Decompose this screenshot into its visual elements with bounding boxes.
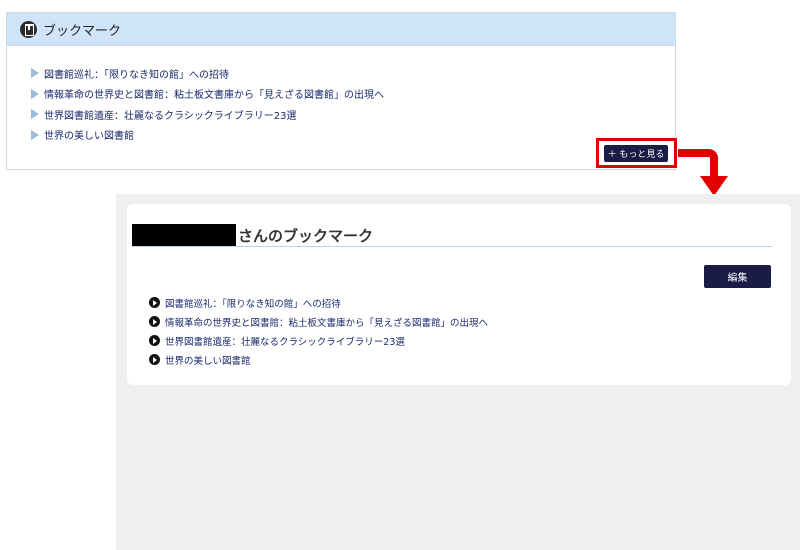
circle-arrow-icon xyxy=(149,335,160,346)
bookmark-widget-header: ブックマーク xyxy=(7,13,675,46)
bookmark-widget-title: ブックマーク xyxy=(43,23,122,39)
redacted-username xyxy=(132,224,236,246)
red-arrow-icon xyxy=(678,149,728,196)
bookmark-link[interactable]: 世界図書館遺産：壮麗なるクラシックライブラリー23選 xyxy=(44,107,297,122)
triangle-arrow-icon xyxy=(31,68,39,79)
more-button[interactable]: ＋ もっと見る xyxy=(604,145,668,162)
list-item: 図書館巡礼：「限りなき知の館」への招待 xyxy=(149,293,488,312)
bookmark-link[interactable]: 図書館巡礼：「限りなき知の館」への招待 xyxy=(44,66,229,81)
page-title-row: さんのブックマーク xyxy=(132,222,772,247)
list-item: 情報革命の世界史と図書館：粘土板文書庫から「見えざる図書館」の出現へ xyxy=(149,312,488,331)
circle-arrow-icon xyxy=(149,354,160,365)
triangle-arrow-icon xyxy=(31,109,39,120)
list-item: 世界の美しい図書館 xyxy=(27,125,384,146)
bookmark-link[interactable]: 図書館巡礼：「限りなき知の館」への招待 xyxy=(165,296,341,310)
bookmark-widget-list: 図書館巡礼：「限りなき知の館」への招待 情報革命の世界史と図書館：粘土板文書庫か… xyxy=(27,63,384,145)
circle-arrow-icon xyxy=(149,316,160,327)
bookmark-link[interactable]: 世界図書館遺産：壮麗なるクラシックライブラリー23選 xyxy=(165,334,405,348)
list-item: 情報革命の世界史と図書館：粘土板文書庫から「見えざる図書館」の出現へ xyxy=(27,84,384,105)
list-item: 図書館巡礼：「限りなき知の館」への招待 xyxy=(27,63,384,84)
list-item: 世界図書館遺産：壮麗なるクラシックライブラリー23選 xyxy=(149,331,488,350)
bookmark-widget: ブックマーク 図書館巡礼：「限りなき知の館」への招待 情報革命の世界史と図書館：… xyxy=(6,12,676,170)
bookmark-page-card: さんのブックマーク 編集 図書館巡礼：「限りなき知の館」への招待 情報革命の世界… xyxy=(127,204,791,385)
bookmark-link[interactable]: 情報革命の世界史と図書館：粘土板文書庫から「見えざる図書館」の出現へ xyxy=(165,315,488,329)
triangle-arrow-icon xyxy=(31,88,39,99)
list-item: 世界の美しい図書館 xyxy=(149,350,488,369)
bookmark-link[interactable]: 世界の美しい図書館 xyxy=(165,353,251,367)
page-title: さんのブックマーク xyxy=(238,227,374,245)
bookmark-icon xyxy=(20,20,37,38)
bookmark-link[interactable]: 世界の美しい図書館 xyxy=(44,127,134,142)
circle-arrow-icon xyxy=(149,297,160,308)
triangle-arrow-icon xyxy=(31,129,39,140)
bookmark-list: 図書館巡礼：「限りなき知の館」への招待 情報革命の世界史と図書館：粘土板文書庫か… xyxy=(149,293,488,369)
list-item: 世界図書館遺産：壮麗なるクラシックライブラリー23選 xyxy=(27,104,384,125)
bookmark-link[interactable]: 情報革命の世界史と図書館：粘土板文書庫から「見えざる図書館」の出現へ xyxy=(44,86,384,101)
edit-button[interactable]: 編集 xyxy=(704,265,771,288)
